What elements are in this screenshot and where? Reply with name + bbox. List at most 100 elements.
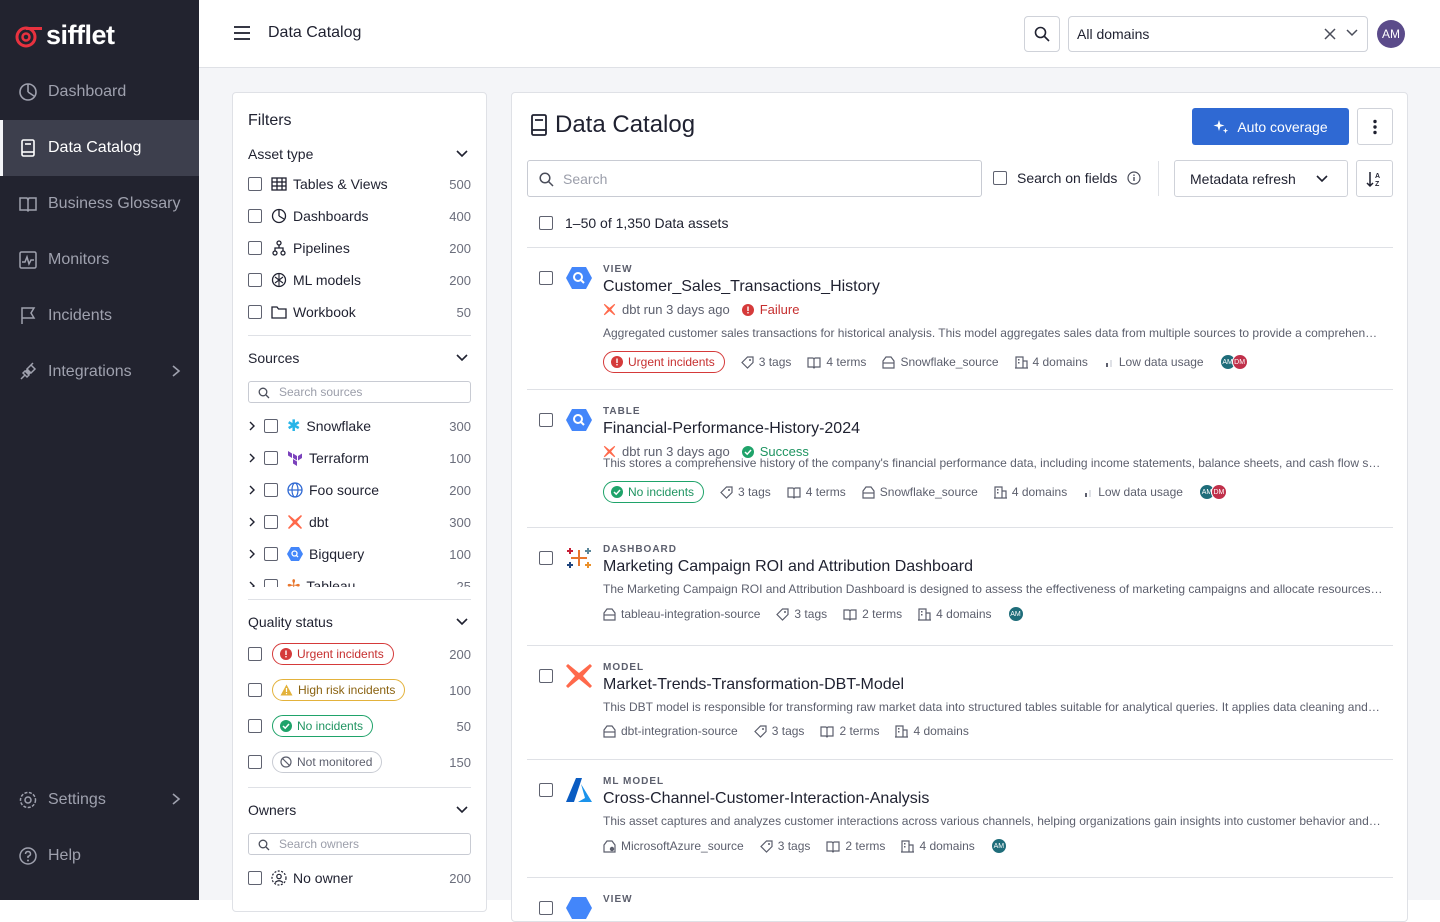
chevron-down-icon[interactable] <box>456 354 468 362</box>
checkbox[interactable] <box>264 579 278 587</box>
tags-count[interactable]: 3 tags <box>776 607 827 621</box>
terms-count[interactable]: 2 terms <box>826 839 885 853</box>
sifflet-logo[interactable]: sifflet <box>14 20 115 51</box>
filter-source-terraform[interactable]: Terraform 100 <box>248 448 471 468</box>
sources-search-input[interactable]: Search sources <box>248 381 471 403</box>
nav-monitors[interactable]: Monitors <box>0 232 199 288</box>
asset-checkbox[interactable] <box>539 413 553 427</box>
checkbox[interactable] <box>248 871 262 885</box>
owners-avatars[interactable]: AM DM <box>1198 484 1227 500</box>
nav-help[interactable]: Help <box>0 828 199 884</box>
filter-source-snowflake[interactable]: ✱ Snowflake 300 <box>248 416 471 436</box>
asset-name[interactable]: Marketing Campaign ROI and Attribution D… <box>603 558 973 576</box>
catalog-search-input[interactable]: Search <box>527 160 982 197</box>
tags-count[interactable]: 3 tags <box>753 724 804 738</box>
terms-count[interactable]: 4 terms <box>787 485 846 499</box>
chevron-right-icon[interactable] <box>248 452 256 464</box>
filter-source-bigquery[interactable]: Bigquery 100 <box>248 544 471 564</box>
nav-settings[interactable]: Settings <box>0 772 199 828</box>
checkbox[interactable] <box>264 483 278 497</box>
global-search-button[interactable] <box>1024 16 1060 52</box>
filter-asset-pipelines[interactable]: Pipelines 200 <box>248 238 471 258</box>
checkbox[interactable] <box>248 177 262 191</box>
chevron-right-icon[interactable] <box>248 420 256 432</box>
owners-search-input[interactable]: Search owners <box>248 833 471 855</box>
filter-owner-none[interactable]: No owner 200 <box>248 868 471 888</box>
asset-checkbox[interactable] <box>539 271 553 285</box>
auto-coverage-button[interactable]: Auto coverage <box>1192 108 1349 145</box>
filter-source-tableau[interactable]: ✢ Tableau 25 <box>248 576 471 587</box>
select-all-checkbox[interactable] <box>539 216 553 230</box>
filter-quality-urgent[interactable]: Urgent incidents 200 <box>248 643 471 665</box>
sort-button[interactable]: AZ <box>1356 160 1393 197</box>
tags-count[interactable]: 3 tags <box>740 355 791 369</box>
filter-quality-not-monitored[interactable]: Not monitored 150 <box>248 751 471 773</box>
terms-count[interactable]: 2 terms <box>820 724 879 738</box>
info-icon[interactable] <box>1127 171 1142 185</box>
domains-count[interactable]: 4 domains <box>1014 355 1088 369</box>
checkbox[interactable] <box>264 515 278 529</box>
tags-count[interactable]: 3 tags <box>720 485 771 499</box>
filter-asset-workbook[interactable]: Workbook 50 <box>248 302 471 322</box>
metadata-refresh-select[interactable]: Metadata refresh <box>1174 160 1348 197</box>
domain-select[interactable]: All domains <box>1068 16 1368 52</box>
filter-asset-ml-models[interactable]: ML models 200 <box>248 270 471 290</box>
tags-count[interactable]: 3 tags <box>759 839 810 853</box>
checkbox[interactable] <box>248 305 262 319</box>
clear-icon[interactable] <box>1323 27 1337 41</box>
chevron-right-icon[interactable] <box>248 484 256 496</box>
filter-asset-dashboards[interactable]: Dashboards 400 <box>248 206 471 226</box>
asset-name[interactable]: Cross-Channel-Customer-Interaction-Analy… <box>603 790 929 808</box>
chevron-down-icon[interactable] <box>456 618 468 626</box>
nav-dashboard[interactable]: Dashboard <box>0 64 199 120</box>
asset-name[interactable]: Financial-Performance-History-2024 <box>603 420 860 438</box>
chevron-right-icon[interactable] <box>248 516 256 528</box>
domains-count[interactable]: 4 domains <box>918 607 992 621</box>
asset-checkbox[interactable] <box>539 901 553 915</box>
asset-row[interactable]: ML MODEL Cross-Channel-Customer-Interact… <box>527 776 1393 866</box>
filter-quality-no-incidents[interactable]: No incidents 50 <box>248 715 471 737</box>
nav-data-catalog[interactable]: Data Catalog <box>0 120 199 176</box>
checkbox[interactable] <box>264 451 278 465</box>
owners-avatars[interactable]: AM <box>990 838 1007 854</box>
checkbox[interactable] <box>264 547 278 561</box>
asset-row[interactable]: DASHBOARD Marketing Campaign ROI and Att… <box>527 544 1393 634</box>
search-on-fields[interactable]: Search on fields <box>993 170 1142 186</box>
checkbox[interactable] <box>248 241 262 255</box>
more-options-button[interactable] <box>1357 108 1393 145</box>
nav-integrations[interactable]: Integrations <box>0 344 199 400</box>
filter-quality-high-risk[interactable]: High risk incidents 100 <box>248 679 471 701</box>
terms-count[interactable]: 2 terms <box>843 607 902 621</box>
domains-count[interactable]: 4 domains <box>895 724 969 738</box>
owners-avatars[interactable]: AM DM <box>1219 354 1248 370</box>
checkbox[interactable] <box>248 273 262 287</box>
checkbox[interactable] <box>264 419 278 433</box>
urgent-incidents-badge[interactable]: Urgent incidents <box>603 351 725 373</box>
asset-row[interactable]: VIEW <box>527 894 1393 921</box>
asset-row[interactable]: VIEW Customer_Sales_Transactions_History… <box>527 264 1393 374</box>
source[interactable]: Snowflake_source <box>882 355 999 369</box>
source[interactable]: Snowflake_source <box>862 485 978 499</box>
filter-asset-tables[interactable]: Tables & Views 500 <box>248 174 471 194</box>
domains-count[interactable]: 4 domains <box>993 485 1067 499</box>
owners-avatars[interactable]: AM <box>1007 606 1024 622</box>
source[interactable]: tableau-integration-source <box>603 607 760 621</box>
terms-count[interactable]: 4 terms <box>807 355 866 369</box>
asset-checkbox[interactable] <box>539 783 553 797</box>
asset-row[interactable]: MODEL Market-Trends-Transformation-DBT-M… <box>527 662 1393 752</box>
checkbox[interactable] <box>248 719 262 733</box>
filter-source-foo[interactable]: Foo source 200 <box>248 480 471 500</box>
chevron-down-icon[interactable] <box>456 806 468 814</box>
domains-count[interactable]: 4 domains <box>901 839 975 853</box>
source[interactable]: dbt-integration-source <box>603 724 738 738</box>
chevron-right-icon[interactable] <box>248 548 256 560</box>
source[interactable]: MicrosoftAzure_source <box>603 839 744 853</box>
asset-name[interactable]: Customer_Sales_Transactions_History <box>603 278 880 296</box>
user-avatar[interactable]: AM <box>1377 20 1405 48</box>
no-incidents-badge[interactable]: No incidents <box>603 481 705 503</box>
asset-checkbox[interactable] <box>539 551 553 565</box>
checkbox[interactable] <box>248 755 262 769</box>
nav-business-glossary[interactable]: Business Glossary <box>0 176 199 232</box>
checkbox[interactable] <box>248 647 262 661</box>
filter-source-dbt[interactable]: dbt 300 <box>248 512 471 532</box>
